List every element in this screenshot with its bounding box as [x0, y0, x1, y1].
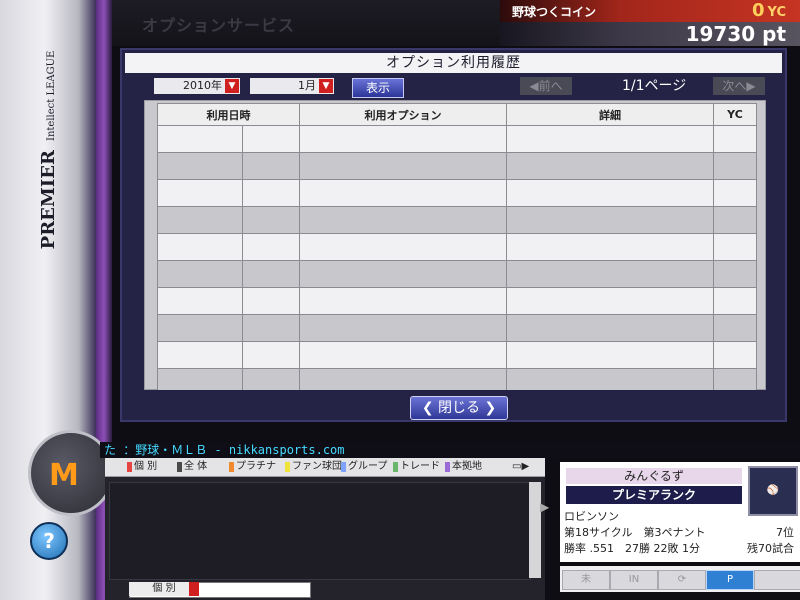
- column-header-yc: YC: [713, 103, 757, 126]
- record-info: 勝率 .551 27勝 22敗 1分: [564, 542, 700, 555]
- ticker-text: た ：野球・ＭＬＢ - nikkansports.com: [104, 443, 345, 457]
- cycle-info: 第18サイクル 第3ペナント: [564, 526, 706, 539]
- members-in-icon[interactable]: IN: [610, 570, 658, 590]
- remaining-games: 残70試合: [747, 542, 794, 555]
- p-icon[interactable]: P: [706, 570, 754, 590]
- help-icon[interactable]: ?: [30, 522, 68, 560]
- points-value: 19730 pt: [685, 22, 786, 46]
- history-dialog: オプション利用履歴 2010年 ▼ 1月 ▼ 表示 ◀前へ 1/1ページ 次へ▶…: [120, 48, 787, 422]
- expand-chat-icon[interactable]: ▶: [540, 500, 554, 540]
- coin-panel: 野球つくコイン 0 YC 19730 pt: [500, 0, 800, 46]
- rank-badge: プレミアランク: [566, 486, 742, 504]
- standing: 7位: [776, 526, 794, 539]
- coin-label: 野球つくコイン: [512, 5, 597, 19]
- tab-home[interactable]: 本拠地: [445, 460, 482, 474]
- chevron-down-icon: ▼: [225, 79, 239, 93]
- team-name: みんぐるず: [566, 468, 742, 484]
- league-sub: Intellect LEAGUE: [46, 50, 57, 141]
- result-icon[interactable]: [754, 570, 800, 590]
- show-button[interactable]: 表示: [352, 78, 404, 98]
- table-row: [157, 152, 757, 180]
- history-table-panel: 利用日時 利用オプション 詳細 YC: [144, 100, 766, 396]
- tab-all[interactable]: 全 体: [177, 460, 207, 474]
- column-header-detail: 詳細: [506, 103, 714, 126]
- history-table: 利用日時 利用オプション 詳細 YC: [157, 103, 757, 396]
- profile-card: みんぐるず プレミアランク ⚾ ロビンソン 第18サイクル 第3ペナント 7位 …: [560, 462, 800, 562]
- player-name: ロビンソン: [564, 510, 619, 523]
- chevron-down-icon: [189, 582, 199, 596]
- table-row: [157, 233, 757, 261]
- table-row: [157, 314, 757, 342]
- refresh-icon[interactable]: ⟳: [658, 570, 706, 590]
- tab-trade[interactable]: トレード: [393, 460, 440, 474]
- table-row: [157, 341, 757, 369]
- column-header-datetime: 利用日時: [157, 103, 300, 126]
- bottom-toolbar: 未 IN ⟳ P: [560, 566, 800, 592]
- table-row: [157, 260, 757, 288]
- chat-target-select[interactable]: 個 別: [129, 582, 199, 596]
- dialog-controls: 2010年 ▼ 1月 ▼ 表示 ◀前へ 1/1ページ 次へ▶: [122, 74, 785, 102]
- page-title: オプションサービス: [142, 16, 296, 35]
- page-indicator: 1/1ページ: [622, 78, 687, 94]
- m-logo-icon: M: [49, 458, 79, 493]
- team-emblem-icon: ⚾: [748, 466, 798, 516]
- close-button[interactable]: ❮ 閉じる ❯: [410, 396, 508, 420]
- table-row: [157, 125, 757, 153]
- chat-log[interactable]: [109, 482, 531, 580]
- mail-icon[interactable]: 未: [562, 570, 610, 590]
- prev-page-button[interactable]: ◀前へ: [520, 77, 572, 95]
- table-row: [157, 287, 757, 315]
- year-select[interactable]: 2010年 ▼: [154, 78, 240, 94]
- month-select[interactable]: 1月 ▼: [250, 78, 334, 94]
- tab-more-icon[interactable]: ▭▶: [505, 460, 529, 474]
- tab-platinum[interactable]: プラチナ: [229, 460, 276, 474]
- chat-tabs: 個 別 全 体 プラチナ ファン球団 グループ トレード 本拠地 ▭▶: [105, 458, 545, 477]
- points-row: 19730 pt: [500, 22, 800, 46]
- column-header-option: 利用オプション: [299, 103, 507, 126]
- tab-individual[interactable]: 個 別: [127, 460, 157, 474]
- chevron-down-icon: ▼: [319, 79, 333, 93]
- coin-value: 0 YC: [751, 0, 786, 21]
- coin-row: 野球つくコイン 0 YC: [500, 0, 800, 22]
- dialog-title: オプション利用履歴: [125, 53, 782, 73]
- next-page-button[interactable]: 次へ▶: [713, 77, 765, 95]
- table-row: [157, 206, 757, 234]
- league-brand: PREMIER Intellect LEAGUE: [18, 30, 59, 270]
- league-main: PREMIER: [38, 150, 59, 250]
- table-row: [157, 179, 757, 207]
- tab-fan-team[interactable]: ファン球団: [285, 460, 342, 474]
- chat-panel: 個 別 全 体 プラチナ ファン球団 グループ トレード 本拠地 ▭▶ 個 別: [105, 458, 545, 600]
- news-ticker[interactable]: た ：野球・ＭＬＢ - nikkansports.com: [100, 442, 800, 458]
- dialog-footer: ❮ 閉じる ❯: [125, 390, 782, 420]
- tab-group[interactable]: グループ: [341, 460, 387, 474]
